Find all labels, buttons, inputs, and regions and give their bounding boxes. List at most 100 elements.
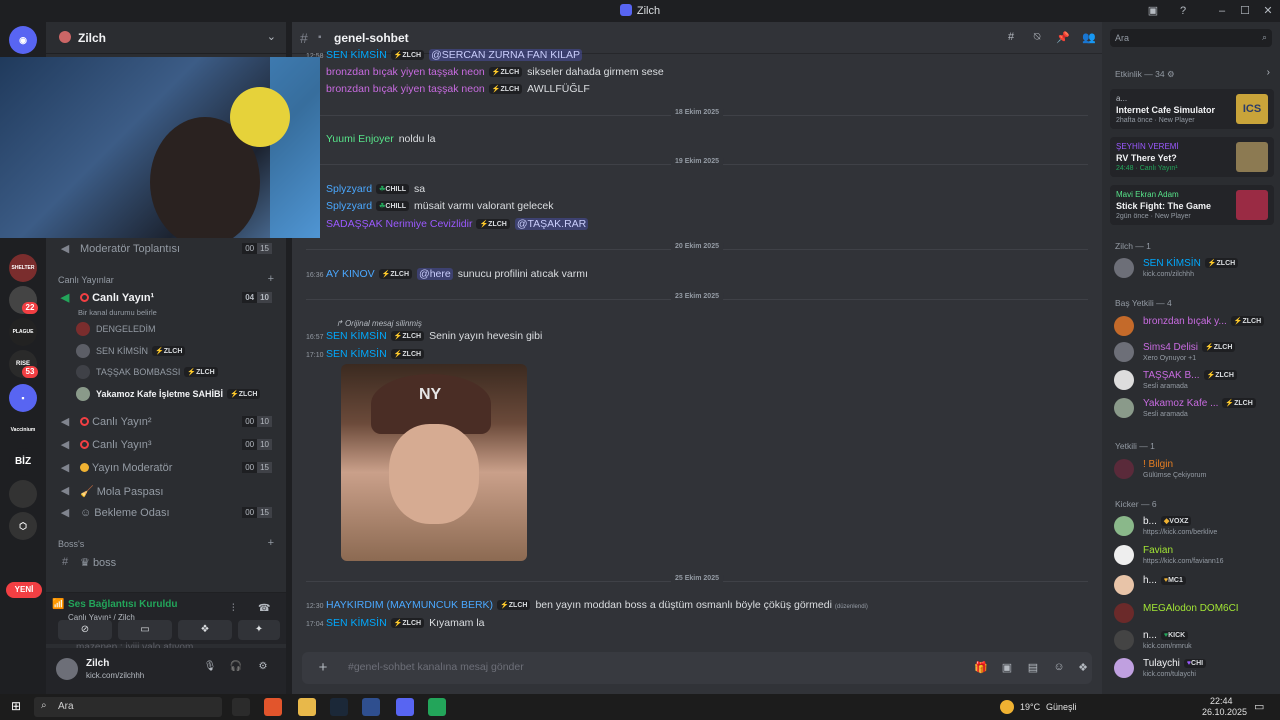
category-boss[interactable]: Boss's (58, 539, 84, 549)
chat-message[interactable]: 12:58SEN KİMSİN⚡ZLCH@SERCAN ZURNA FAN KI… (306, 49, 583, 66)
member-item[interactable]: ! Bilgin Gülümse Çekiyorum (1114, 457, 1274, 483)
text-channel-boss[interactable]: # ♛ boss (54, 552, 280, 572)
chat-message[interactable]: 17:04 SEN KİMSİN ⚡ZLCH Kıyamam la (306, 617, 485, 634)
server-header[interactable]: Zilch ⌄ (46, 22, 286, 54)
sticker-icon[interactable]: ▤ (1026, 661, 1040, 675)
voice-channel-live-2[interactable]: ◀ Canlı Yayın² 00 10 (54, 412, 280, 432)
clock-date[interactable]: 26.10.2025 (1202, 707, 1247, 717)
app-icon[interactable] (428, 698, 446, 716)
noise-suppression-icon[interactable]: ⫶ (232, 603, 235, 614)
user-name[interactable]: Zilch (86, 658, 109, 669)
apps-icon[interactable]: ❖ (1076, 661, 1090, 675)
chat-message[interactable]: Yuumi Enjoyer noldu la (306, 133, 435, 150)
activity-card[interactable]: ŞEYHİN VEREMİ RV There Yet? 24:48 · Canl… (1110, 137, 1274, 177)
member-item[interactable]: MEGAlodon DOM6CI (1114, 601, 1274, 627)
new-server-badge[interactable]: YENİ (6, 582, 42, 598)
server-plague[interactable]: PLAGUE (9, 318, 37, 346)
chat-message[interactable]: SADAŞŞAK Nerimiye Cevizlidir ⚡ZLCH @TAŞAK.… (306, 218, 589, 235)
server-icon[interactable] (9, 480, 37, 508)
clock-time[interactable]: 22:44 (1210, 696, 1233, 706)
folder-icon[interactable]: ▪ (9, 384, 37, 412)
threads-icon[interactable]: # (1004, 31, 1018, 45)
member-item[interactable]: b... ◆VOXZ https://kick.com/berklive (1114, 514, 1274, 540)
help-icon[interactable]: ? (1175, 3, 1191, 19)
member-item[interactable]: Sims4 Delisi ⚡ZLCH Xero Oynuyor +1 (1114, 340, 1274, 366)
add-channel-icon[interactable]: + (268, 273, 274, 285)
voice-status[interactable]: Ses Bağlantısı Kuruldu (68, 599, 177, 610)
category-live[interactable]: Canlı Yayınlar (58, 275, 114, 285)
taskbar-search[interactable]: ⌕ Ara (34, 697, 222, 717)
camera-off-button[interactable]: ⊘ (58, 620, 112, 640)
close-button[interactable]: ✕ (1260, 3, 1276, 19)
windows-start-icon[interactable]: ⊞ (8, 699, 24, 715)
channel-status[interactable]: Bir kanal durumu belirle (78, 308, 157, 317)
chat-message[interactable]: Splyzyard ☘CHILL müsait varmı valorant gel… (306, 200, 553, 217)
voice-channel-waiting-room[interactable]: ◀ ☺ Bekleme Odası 00 15 (54, 503, 280, 523)
chevron-right-icon[interactable]: › (1267, 67, 1270, 78)
notifications-icon[interactable]: ▭ (1254, 700, 1264, 713)
microphone-icon[interactable]: 🎙 (202, 661, 218, 677)
voice-user[interactable]: SEN KİMSİN ⚡ZLCH (76, 344, 186, 362)
search-input[interactable]: Ara ⌕ (1110, 29, 1272, 47)
member-item[interactable]: TAŞŞAK B... ⚡ZLCH Sesli aramada (1114, 368, 1274, 394)
headphones-icon[interactable]: 🎧 (228, 661, 244, 677)
chat-message[interactable]: 17:10 SEN KİMSİN ⚡ZLCH (306, 348, 425, 365)
chat-message[interactable]: bronzdan bıçak yiyen taşşak neon ⚡ZLCH sik… (306, 66, 664, 83)
file-explorer-icon[interactable] (298, 698, 316, 716)
voice-user[interactable]: Yakamoz Kafe İşletme SAHİBİ ⚡ZLCH (76, 387, 261, 405)
brave-browser-icon[interactable] (264, 698, 282, 716)
pin-icon[interactable]: 📌 (1056, 31, 1070, 45)
chat-message[interactable]: 12:30 HAYKIRDIM (MAYMUNCUK BERK) ⚡ZLCH ben … (306, 599, 868, 616)
weather-temp[interactable]: 19°C (1020, 702, 1040, 712)
voice-channel-moderator-meeting[interactable]: ◀ Moderatör Toplantısı 00 15 (54, 239, 280, 259)
add-channel-icon[interactable]: + (268, 537, 274, 549)
server-shelter[interactable]: SHELTER (9, 254, 37, 282)
member-item[interactable]: h... ♥MC1 (1114, 573, 1274, 599)
activity-card[interactable]: Mavi Ekran Adam Stick Fight: The Game 2g… (1110, 185, 1274, 225)
soundboard-button[interactable]: ✦ (238, 620, 280, 640)
member-list-icon[interactable]: 👥 (1082, 31, 1096, 45)
voice-user[interactable]: TAŞŞAK BOMBASSI ⚡ZLCH (76, 365, 218, 383)
app-icon[interactable] (362, 698, 380, 716)
voice-user[interactable]: DENGELEDİM (76, 322, 156, 340)
notification-bell-icon[interactable]: ⍉ (1030, 31, 1044, 45)
member-item[interactable]: SEN KİMSİN ⚡ZLCH kick.com/zilchhh (1114, 256, 1274, 282)
chat-message[interactable]: Splyzyard ☘CHILL sa (306, 183, 425, 200)
server-vaccinium[interactable]: Vaccinium (9, 416, 37, 444)
voice-channel-break[interactable]: ◀ 🧹 Mola Paspası (54, 481, 280, 501)
server-biz[interactable]: BİZ (9, 448, 37, 476)
chat-message[interactable]: 16:57 SEN KİMSİN ⚡ZLCH Senin yayın hevesin … (306, 330, 542, 347)
message-input[interactable]: #genel-sohbet kanalına mesaj gönder (348, 661, 524, 673)
member-item[interactable]: bronzdan bıçak y... ⚡ZLCH (1114, 314, 1274, 340)
inbox-icon[interactable]: ▣ (1145, 3, 1161, 19)
chat-message[interactable]: bronzdan bıçak yiyen taşşak neon ⚡ZLCH AWL… (306, 83, 590, 100)
steam-icon[interactable] (330, 698, 348, 716)
member-item[interactable]: Tulaychi ♥CHI kick.com/tulaychi (1114, 656, 1274, 682)
emoji-icon[interactable]: ☺ (1052, 661, 1066, 675)
activities-button[interactable]: ❖ (178, 620, 232, 640)
screen-share-button[interactable]: ▭ (118, 620, 172, 640)
gear-icon[interactable]: ⚙ (255, 661, 271, 677)
task-view-icon[interactable] (232, 698, 250, 716)
image-attachment[interactable]: NY (341, 364, 527, 561)
reply-reference[interactable]: ↱ Orijinal mesaj silinmiş (336, 319, 422, 328)
disconnect-icon[interactable]: ☎ (258, 603, 270, 614)
member-item[interactable]: n... ♥KICK kick.com/nmruk (1114, 628, 1274, 654)
discord-taskbar-icon[interactable] (396, 698, 414, 716)
chat-message[interactable]: 16:36 AY KINOV ⚡ZLCH @here sunucu profilini … (306, 268, 588, 285)
server-hex-icon[interactable]: ⬡ (9, 512, 37, 540)
voice-channel-live-1[interactable]: ◀ Canlı Yayın¹ 04 10 (54, 288, 280, 308)
member-item[interactable]: Favian https://kick.com/faviann16 (1114, 543, 1274, 569)
gift-icon[interactable]: 🎁 (974, 661, 988, 675)
avatar[interactable] (56, 658, 78, 680)
minimize-button[interactable]: – (1214, 3, 1230, 19)
voice-channel-stream-moderator[interactable]: ◀ Yayın Moderatör 00 15 (54, 458, 280, 478)
maximize-button[interactable]: ☐ (1237, 3, 1253, 19)
gif-icon[interactable]: ▣ (1000, 661, 1014, 675)
activity-card[interactable]: a... Internet Cafe Simulator 2hafta önce… (1110, 89, 1274, 129)
member-item[interactable]: Yakamoz Kafe ... ⚡ZLCH Sesli aramada (1114, 396, 1274, 422)
weather-label[interactable]: Güneşli (1046, 702, 1077, 712)
voice-channel-live-3[interactable]: ◀ Canlı Yayın³ 00 10 (54, 435, 280, 455)
direct-messages-icon[interactable]: ◉ (9, 26, 37, 54)
add-attachment-icon[interactable]: + (314, 659, 332, 677)
